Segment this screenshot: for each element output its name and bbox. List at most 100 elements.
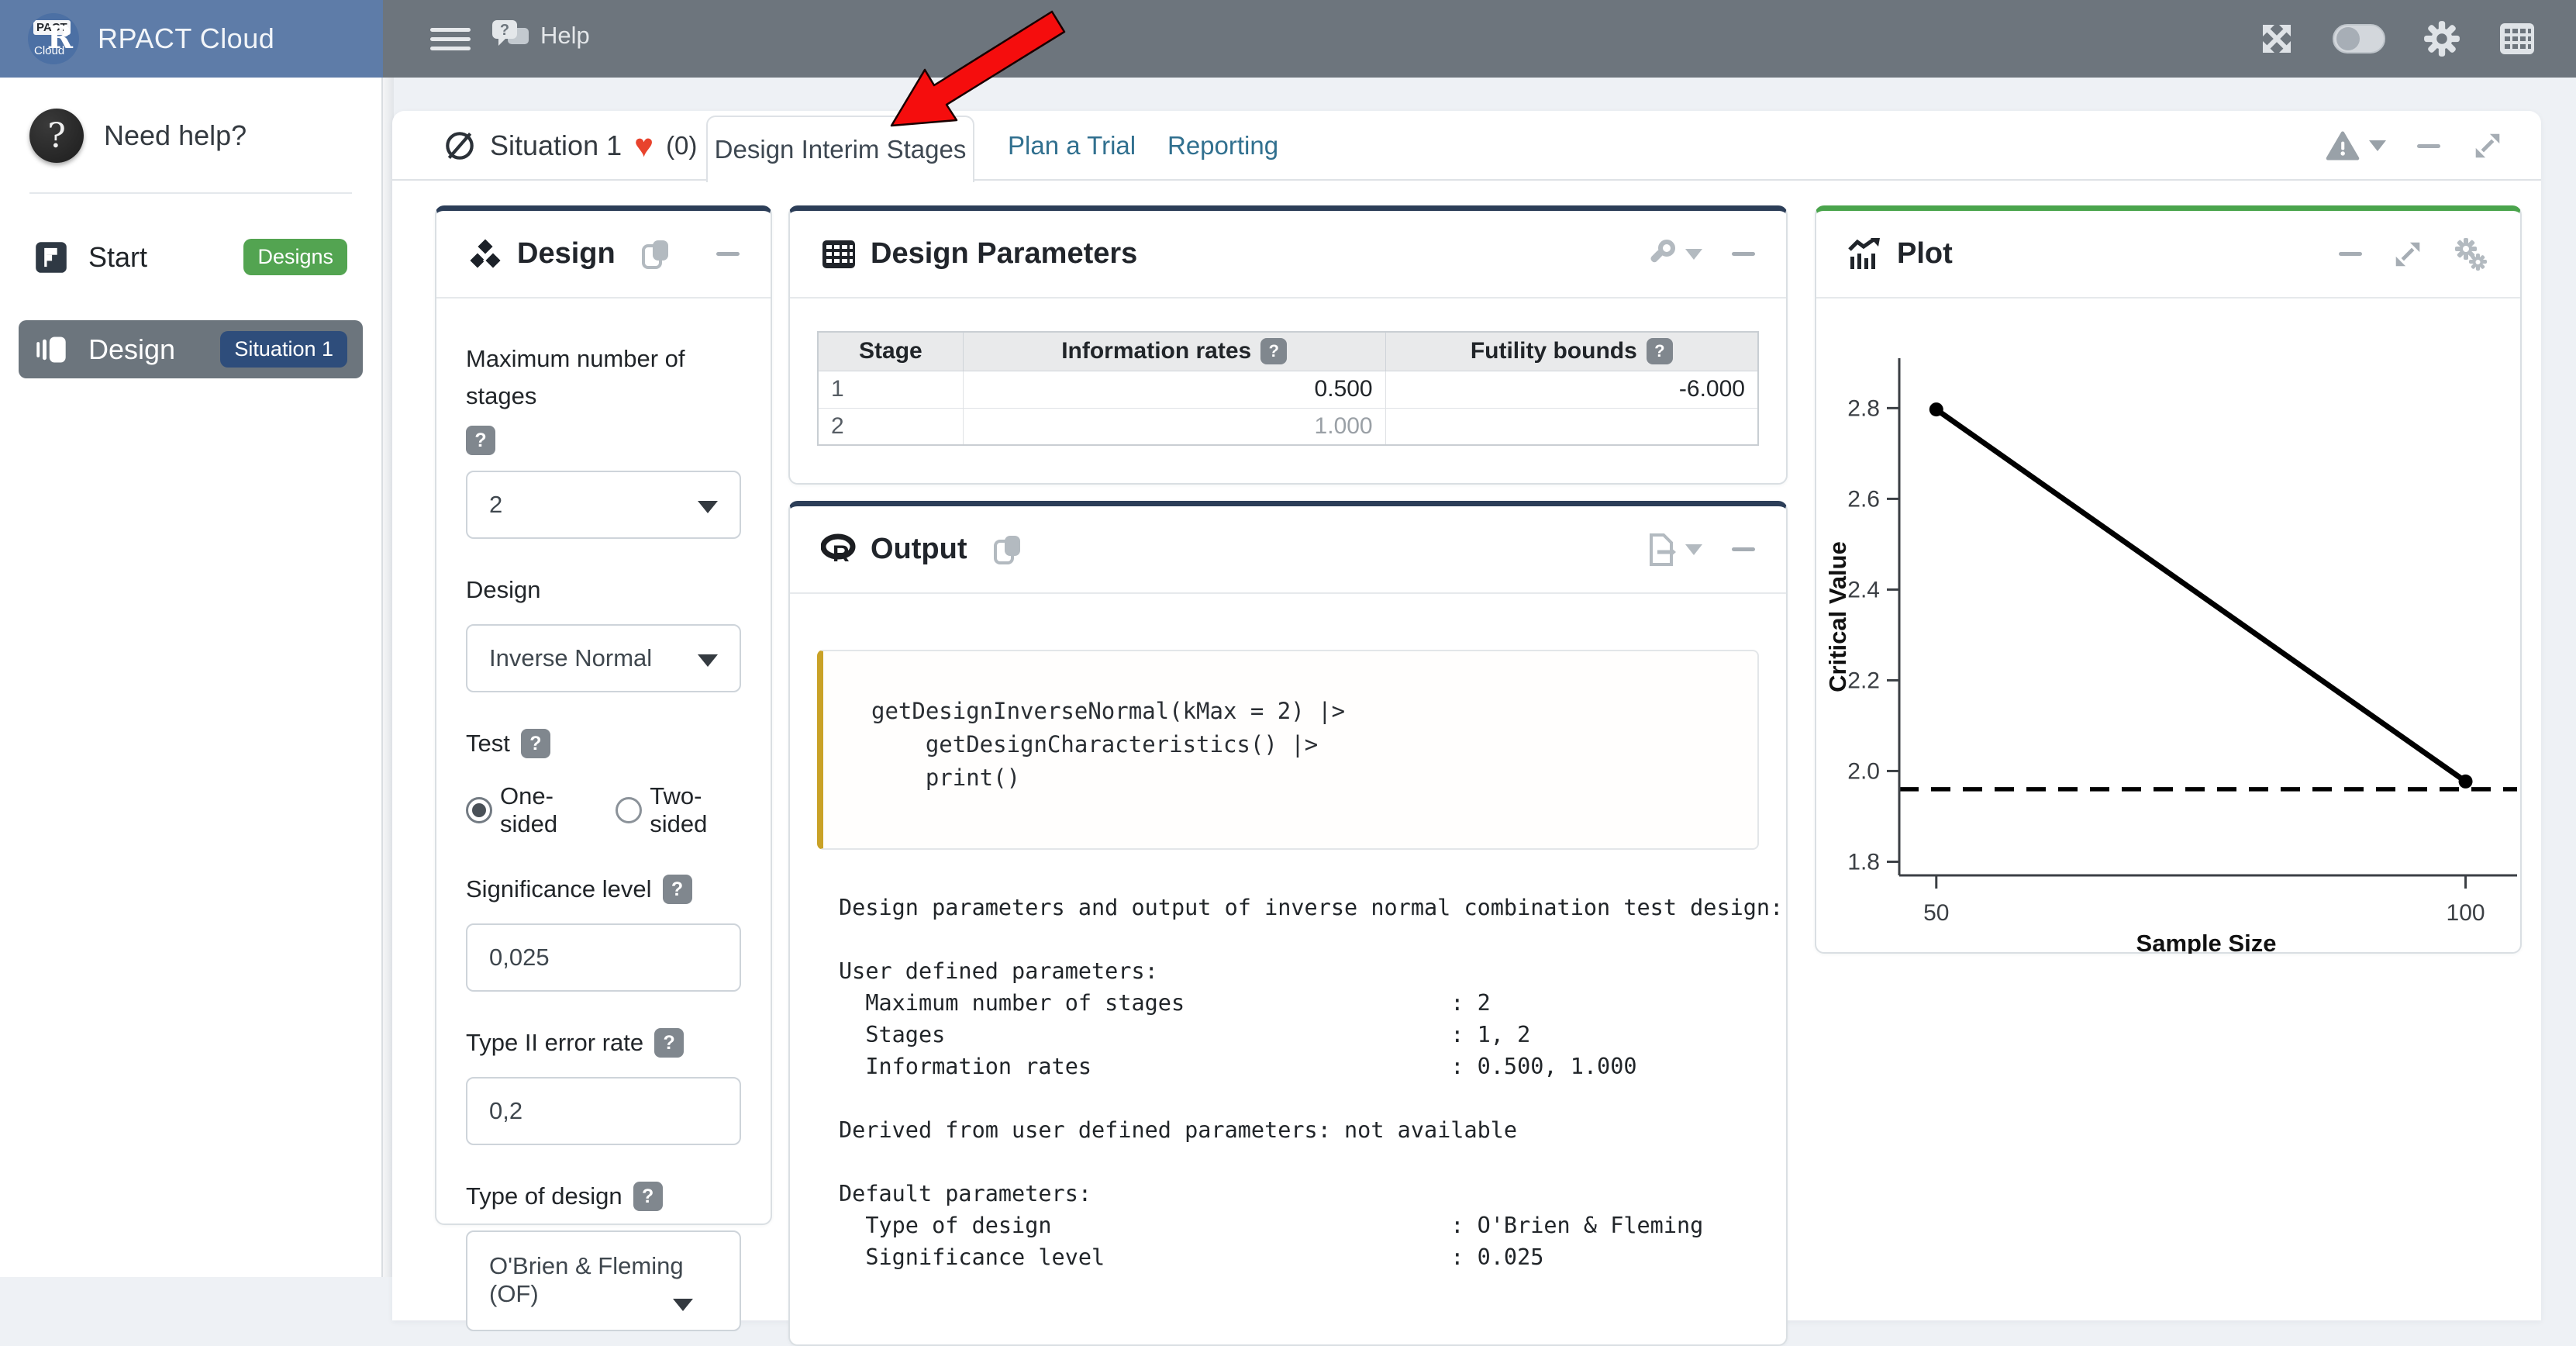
favorites-count: (0) — [666, 131, 697, 160]
test-radio-group: One-sided Two-sided — [466, 782, 741, 838]
futility-bound-cell[interactable] — [1385, 408, 1758, 445]
significance-help-icon[interactable]: ? — [663, 875, 692, 904]
design-panels-icon — [34, 333, 68, 367]
copy-icon[interactable] — [992, 533, 1023, 566]
type-of-design-select[interactable]: O'Brien & Fleming (OF) — [466, 1230, 741, 1331]
svg-text:50: 50 — [1923, 900, 1949, 926]
chevron-down-icon — [1685, 249, 1702, 260]
table-row: 1 0.500 -6.000 — [818, 371, 1758, 408]
warning-triangle-icon — [2326, 131, 2360, 160]
max-stages-label: Maximum number of stages? — [466, 340, 698, 455]
plot-settings-gears-icon[interactable] — [2454, 237, 2489, 271]
collapse-output-panel-icon[interactable] — [1732, 547, 1755, 551]
help-chat-icon: ? — [491, 19, 531, 53]
svg-text:2.8: 2.8 — [1847, 395, 1880, 421]
help-label: Help — [540, 22, 590, 50]
situation-label: Situation 1 — [490, 129, 622, 162]
warnings-dropdown[interactable] — [2326, 131, 2386, 160]
chevron-down-icon — [2369, 140, 2386, 151]
tab-strip: Situation 1 ♥ (0) Design Interim Stages … — [392, 111, 2541, 181]
collapse-plot-panel-icon[interactable] — [2339, 252, 2362, 256]
collapse-card-icon[interactable] — [2417, 144, 2440, 148]
information-rate-cell[interactable]: 1.000 — [963, 408, 1385, 445]
svg-text:R: R — [833, 541, 850, 566]
r-code[interactable]: getDesignInverseNormal(kMax = 2) |> getD… — [871, 695, 1757, 795]
apps-grid-icon[interactable] — [2498, 22, 2536, 56]
type2-help-icon[interactable]: ? — [654, 1028, 684, 1058]
tab-design-interim-stages[interactable]: Design Interim Stages — [706, 116, 974, 182]
significance-label: Significance level? — [466, 871, 741, 908]
futility-bound-cell[interactable]: -6.000 — [1385, 371, 1758, 408]
max-stages-select[interactable]: 2 — [466, 471, 741, 539]
chevron-down-icon — [673, 1299, 693, 1311]
stage-column-header: Stage — [818, 332, 963, 371]
type2-label: Type II error rate? — [466, 1024, 741, 1061]
svg-text:?: ? — [500, 22, 509, 39]
two-sided-radio[interactable] — [616, 797, 642, 823]
rpact-logo[interactable]: PACT R Cloud — [28, 13, 79, 64]
fullscreen-icon[interactable] — [2258, 20, 2295, 57]
situation-badge: Situation 1 — [220, 331, 347, 368]
sidebar-design-label: Design — [88, 333, 200, 366]
settings-gear-icon[interactable] — [2423, 19, 2461, 58]
information-rates-help-icon[interactable]: ? — [1260, 338, 1287, 364]
expand-card-icon[interactable] — [2471, 129, 2504, 162]
export-dropdown[interactable] — [1647, 533, 1702, 567]
expand-plot-icon[interactable] — [2392, 238, 2424, 271]
type-of-design-help-icon[interactable]: ? — [633, 1182, 663, 1211]
design-panel-title: Design — [517, 237, 616, 271]
output-text: Design parameters and output of inverse … — [839, 892, 1786, 1273]
significance-input[interactable]: 0,025 — [466, 923, 741, 992]
hamburger-menu-icon[interactable] — [430, 28, 471, 51]
file-export-icon — [1647, 533, 1676, 567]
svg-text:2.4: 2.4 — [1847, 577, 1880, 602]
type-of-design-label: Type of design? — [466, 1178, 741, 1215]
svg-text:2.0: 2.0 — [1847, 758, 1880, 784]
design-select-label: Design — [466, 571, 741, 609]
table-icon — [821, 239, 857, 270]
dark-mode-toggle[interactable] — [2333, 24, 2385, 53]
favorites-heart-icon[interactable]: ♥ — [634, 129, 653, 162]
topbar-icon-group — [2258, 0, 2536, 78]
test-help-icon[interactable]: ? — [521, 729, 550, 758]
need-help-item[interactable]: ? Need help? — [0, 78, 381, 163]
design-select[interactable]: Inverse Normal — [466, 624, 741, 692]
table-row: 2 1.000 — [818, 408, 1758, 445]
chevron-down-icon — [698, 654, 718, 667]
collapse-design-panel-icon[interactable] — [716, 252, 740, 256]
help-menu-item[interactable]: ? Help — [491, 19, 590, 53]
design-panel-header: Design — [436, 211, 771, 299]
information-rate-cell[interactable]: 0.500 — [963, 371, 1385, 408]
chart-icon — [1847, 238, 1883, 271]
cubes-icon — [467, 237, 503, 271]
need-help-label: Need help? — [104, 119, 247, 152]
toggle-knob — [2336, 27, 2360, 50]
tab-plan-a-trial[interactable]: Plan a Trial — [1008, 111, 1136, 181]
information-rates-column-header: Information rates? — [963, 332, 1385, 371]
output-panel-title: Output — [871, 533, 967, 566]
sidebar: ? Need help? Start Designs Design Situat… — [0, 78, 383, 1277]
max-stages-help-icon[interactable]: ? — [466, 426, 495, 455]
futility-bounds-help-icon[interactable]: ? — [1647, 338, 1673, 364]
collapse-params-panel-icon[interactable] — [1732, 252, 1755, 256]
empty-set-icon — [442, 128, 478, 164]
one-sided-label: One-sided — [500, 782, 592, 838]
design-parameters-panel: Design Parameters Stage Information rate… — [788, 205, 1788, 485]
tools-dropdown[interactable] — [1645, 239, 1702, 270]
copy-icon[interactable] — [640, 238, 671, 271]
chalkboard-question-icon: ? — [29, 109, 84, 163]
svg-text:Sample Size: Sample Size — [2136, 930, 2277, 954]
type2-input[interactable]: 0,2 — [466, 1077, 741, 1145]
two-sided-label: Two-sided — [650, 782, 741, 838]
design-parameters-header: Design Parameters — [790, 211, 1786, 299]
output-panel: R Output getDesignInverseNormal(kMax = 2… — [788, 501, 1788, 1346]
sidebar-item-start[interactable]: Start Designs — [19, 228, 363, 286]
svg-text:2.2: 2.2 — [1847, 668, 1880, 693]
tab-reporting[interactable]: Reporting — [1167, 111, 1278, 181]
one-sided-radio[interactable] — [466, 797, 492, 823]
logo-cloud-text: Cloud — [34, 44, 64, 57]
sidebar-item-design[interactable]: Design Situation 1 — [19, 320, 363, 378]
plot-panel-title: Plot — [1897, 237, 1953, 271]
svg-text:100: 100 — [2447, 900, 2485, 926]
svg-text:2.6: 2.6 — [1847, 486, 1880, 512]
